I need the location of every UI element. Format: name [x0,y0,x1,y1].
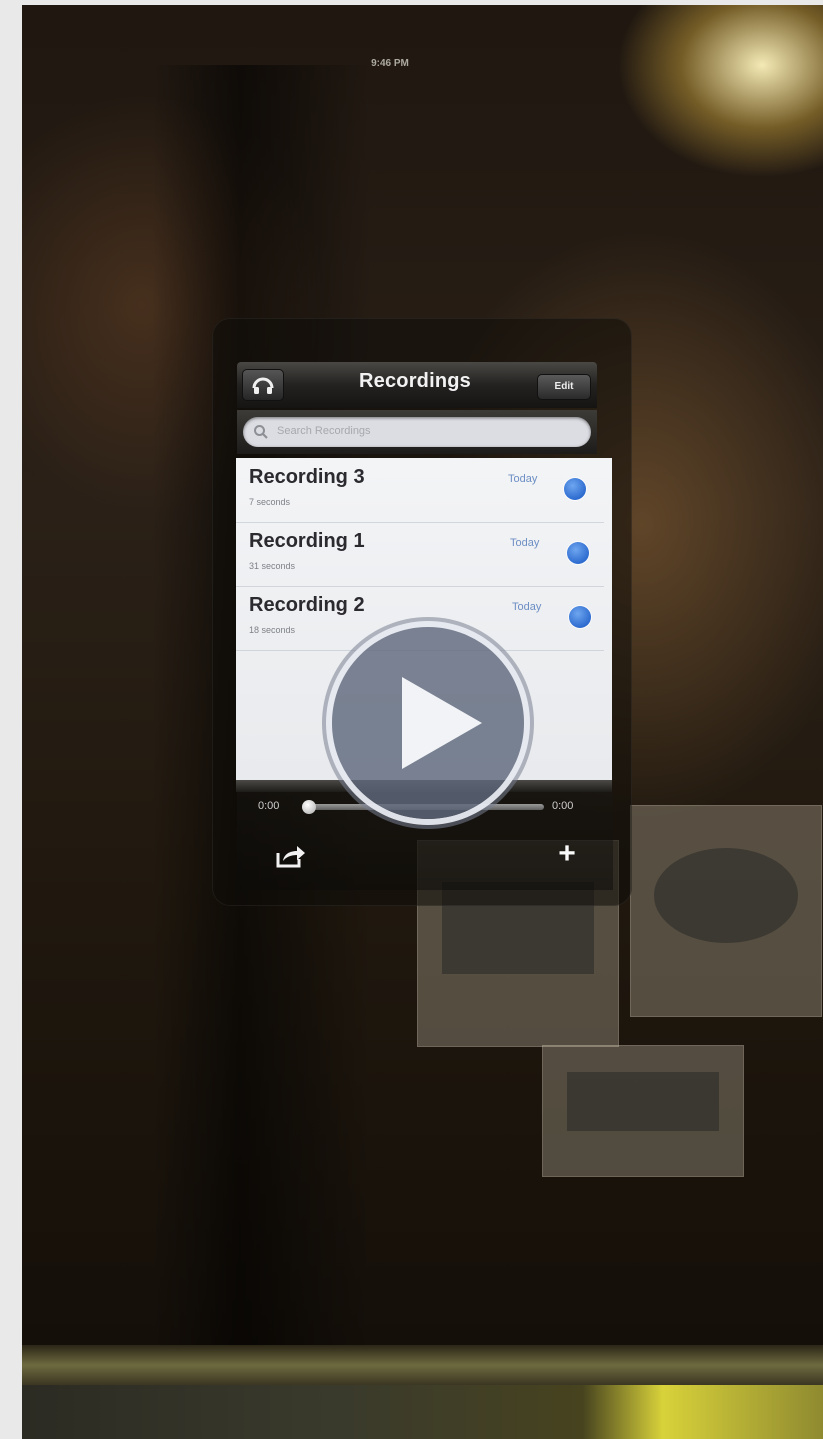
speaker-button[interactable] [242,369,284,401]
background-poster [542,1045,744,1177]
recording-date: Today [508,473,538,485]
status-time: 9:46 PM [371,58,409,69]
share-icon [276,846,305,868]
video-play-button[interactable] [332,627,524,819]
list-item[interactable]: Recording 3 7 seconds Today [236,458,604,523]
recording-duration: 31 seconds [249,561,296,571]
recording-date: Today [512,601,542,613]
edit-button[interactable]: Edit [537,374,591,400]
page-title: Recordings [358,370,472,392]
recording-duration: 7 seconds [249,497,291,507]
recording-date: Today [510,537,540,549]
remaining-time: 0:00 [552,800,574,812]
background-floor [22,1385,823,1439]
list-item[interactable]: Recording 1 31 seconds Today [236,522,604,587]
recording-duration: 18 seconds [249,625,296,635]
search-input[interactable]: Search Recordings [243,417,591,447]
recording-title: Recording 3 [249,466,365,488]
recording-title: Recording 1 [249,530,365,552]
play-icon [402,677,482,769]
disclosure-icon[interactable] [569,606,591,628]
add-button[interactable]: + [552,839,582,870]
device-bezel [22,1345,823,1385]
search-placeholder: Search Recordings [277,425,371,437]
disclosure-icon[interactable] [567,542,589,564]
search-icon [254,425,268,439]
speaker-icon [252,377,274,394]
elapsed-time: 0:00 [258,800,280,812]
share-button[interactable] [275,843,307,869]
background-poster [630,805,822,1017]
recording-title: Recording 2 [249,594,365,616]
disclosure-icon[interactable] [564,478,586,500]
scrubber-handle[interactable] [302,800,316,814]
